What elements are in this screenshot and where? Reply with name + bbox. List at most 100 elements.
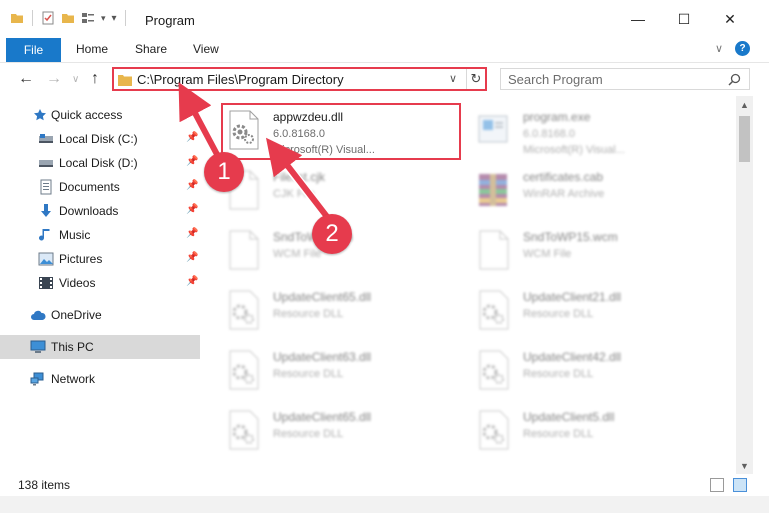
sidebar-item-videos[interactable]: Videos 📌 [0,271,200,295]
file-item-appwzdeu[interactable]: appwzdeu.dll 6.0.8168.0 Microsoft(R) Vis… [205,102,445,157]
navigation-pane: Quick access Local Disk (C:) 📌 Local Dis… [0,96,200,474]
file-name: UpdateClient65.dll [273,410,372,424]
scroll-down-icon[interactable]: ▼ [736,457,753,474]
tab-view[interactable]: View [193,42,219,56]
recent-locations-icon[interactable]: ∨ [72,74,79,85]
address-bar[interactable]: C:\Program Files\Program Directory ∨ ↻ [112,67,487,91]
help-icon[interactable]: ? [735,41,750,56]
sidebar-item-local-disk-d[interactable]: Local Disk (D:) 📌 [0,151,200,175]
pictures-icon [38,251,54,267]
file-type: Resource DLL [273,368,344,380]
pin-icon[interactable]: 📌 [186,132,198,143]
properties-icon[interactable] [41,11,55,25]
file-name: UpdateClient63.dll [273,350,372,364]
address-path[interactable]: C:\Program Files\Program Directory [137,72,344,87]
pin-icon[interactable]: 📌 [186,252,198,263]
tab-home[interactable]: Home [76,42,108,56]
file-item-updateclient65[interactable]: UpdateClient65.dll Resource DLL [205,282,445,337]
drive-icon [38,131,54,147]
file-item-certificates[interactable]: certificates.cab WinRAR Archive [455,162,695,217]
sidebar-item-label: Videos [59,276,96,290]
sidebar-item-network[interactable]: Network [0,367,200,391]
address-dropdown-icon[interactable]: ∨ [449,72,457,85]
exe-icon [478,115,508,143]
step-badge-1: 1 [204,152,244,192]
toolbar-separator [124,10,126,26]
forward-arrow-icon[interactable]: → [46,70,62,88]
scrollbar-thumb[interactable] [739,116,750,162]
details-view-icon[interactable] [710,478,724,492]
ribbon-tabs: File Home Share View ∨ ? [0,38,769,62]
file-type: Resource DLL [523,428,594,440]
document-icon [479,230,509,270]
up-arrow-icon[interactable]: ↑ [91,70,99,88]
expand-ribbon-icon[interactable]: ∨ [715,42,723,55]
tab-share[interactable]: Share [135,42,167,56]
dll-gear-icon [479,410,509,450]
search-placeholder[interactable]: Search Program [508,72,603,87]
navigation-bar: ← → ∨ ↑ C:\Program Files\Program Directo… [0,62,769,96]
star-icon [32,107,48,123]
maximize-button[interactable]: ☐ [661,0,707,38]
folder-icon [11,14,23,23]
sidebar-item-downloads[interactable]: Downloads 📌 [0,199,200,223]
minimize-button[interactable]: — [615,0,661,38]
file-item-sndtowp15[interactable]: SndToWP15.wcm WCM File [455,222,695,277]
file-item-updateclient65-b[interactable]: UpdateClient65.dll Resource DLL [205,402,445,457]
file-item-updateclient63[interactable]: UpdateClient63.dll Resource DLL [205,342,445,397]
file-name: UpdateClient5.dll [523,410,615,424]
file-name: UpdateClient65.dll [273,290,372,304]
videos-icon [38,275,54,291]
pin-icon[interactable]: 📌 [186,180,198,191]
documents-icon [38,179,54,195]
dll-gear-icon [229,290,259,330]
new-folder-icon[interactable] [61,11,75,25]
sidebar-item-quick-access[interactable]: Quick access [0,103,200,127]
window-bottom-edge [0,496,769,513]
file-item-program-exe[interactable]: program.exe 6.0.8168.0 Microsoft(R) Visu… [455,102,695,157]
toolbar-separator [32,10,33,26]
pin-icon[interactable]: 📌 [186,156,198,167]
file-name: UpdateClient42.dll [523,350,622,364]
large-icons-view-icon[interactable] [733,478,747,492]
qat-customize-icon[interactable]: ▾ [112,13,117,24]
sidebar-item-label: Quick access [51,108,123,122]
window-title: Program [145,13,195,28]
sidebar-item-onedrive[interactable]: OneDrive [0,303,200,327]
pin-icon[interactable]: 📌 [186,204,198,215]
search-icon[interactable] [728,73,741,86]
winrar-icon [479,174,507,206]
music-icon [38,227,54,243]
vertical-scrollbar[interactable]: ▲ ▼ [736,96,753,474]
minimize-icon: — [631,11,645,27]
file-item-updateclient42[interactable]: UpdateClient42.dll Resource DLL [455,342,695,397]
maximize-icon: ☐ [677,10,691,27]
status-bar: 138 items [0,474,769,496]
sidebar-item-label: Documents [59,180,120,194]
dll-gear-icon [229,110,259,150]
file-item-updateclient21[interactable]: UpdateClient21.dll Resource DLL [455,282,695,337]
pin-icon[interactable]: 📌 [186,276,198,287]
sidebar-item-music[interactable]: Music 📌 [0,223,200,247]
back-arrow-icon[interactable]: ← [18,70,34,88]
view-options-icon[interactable] [81,11,95,25]
sidebar-item-pictures[interactable]: Pictures 📌 [0,247,200,271]
sidebar-item-this-pc[interactable]: This PC [0,335,200,359]
sidebar-item-label: This PC [51,340,94,354]
pin-icon[interactable]: 📌 [186,228,198,239]
close-button[interactable]: ✕ [707,0,753,38]
file-type: Resource DLL [523,368,594,380]
file-type: Resource DLL [273,428,344,440]
sidebar-item-label: OneDrive [51,308,102,322]
file-item-updateclient5[interactable]: UpdateClient5.dll Resource DLL [455,402,695,457]
dll-gear-icon [479,350,509,390]
refresh-icon[interactable]: ↻ [466,69,485,89]
scroll-up-icon[interactable]: ▲ [736,96,753,113]
search-box[interactable]: Search Program [500,68,750,90]
qat-dropdown-icon[interactable]: ▾ [101,13,106,24]
sidebar-item-local-disk-c[interactable]: Local Disk (C:) 📌 [0,127,200,151]
tab-file[interactable]: File [6,38,61,62]
sidebar-item-documents[interactable]: Documents 📌 [0,175,200,199]
document-icon [229,230,259,270]
item-count: 138 items [18,478,71,492]
